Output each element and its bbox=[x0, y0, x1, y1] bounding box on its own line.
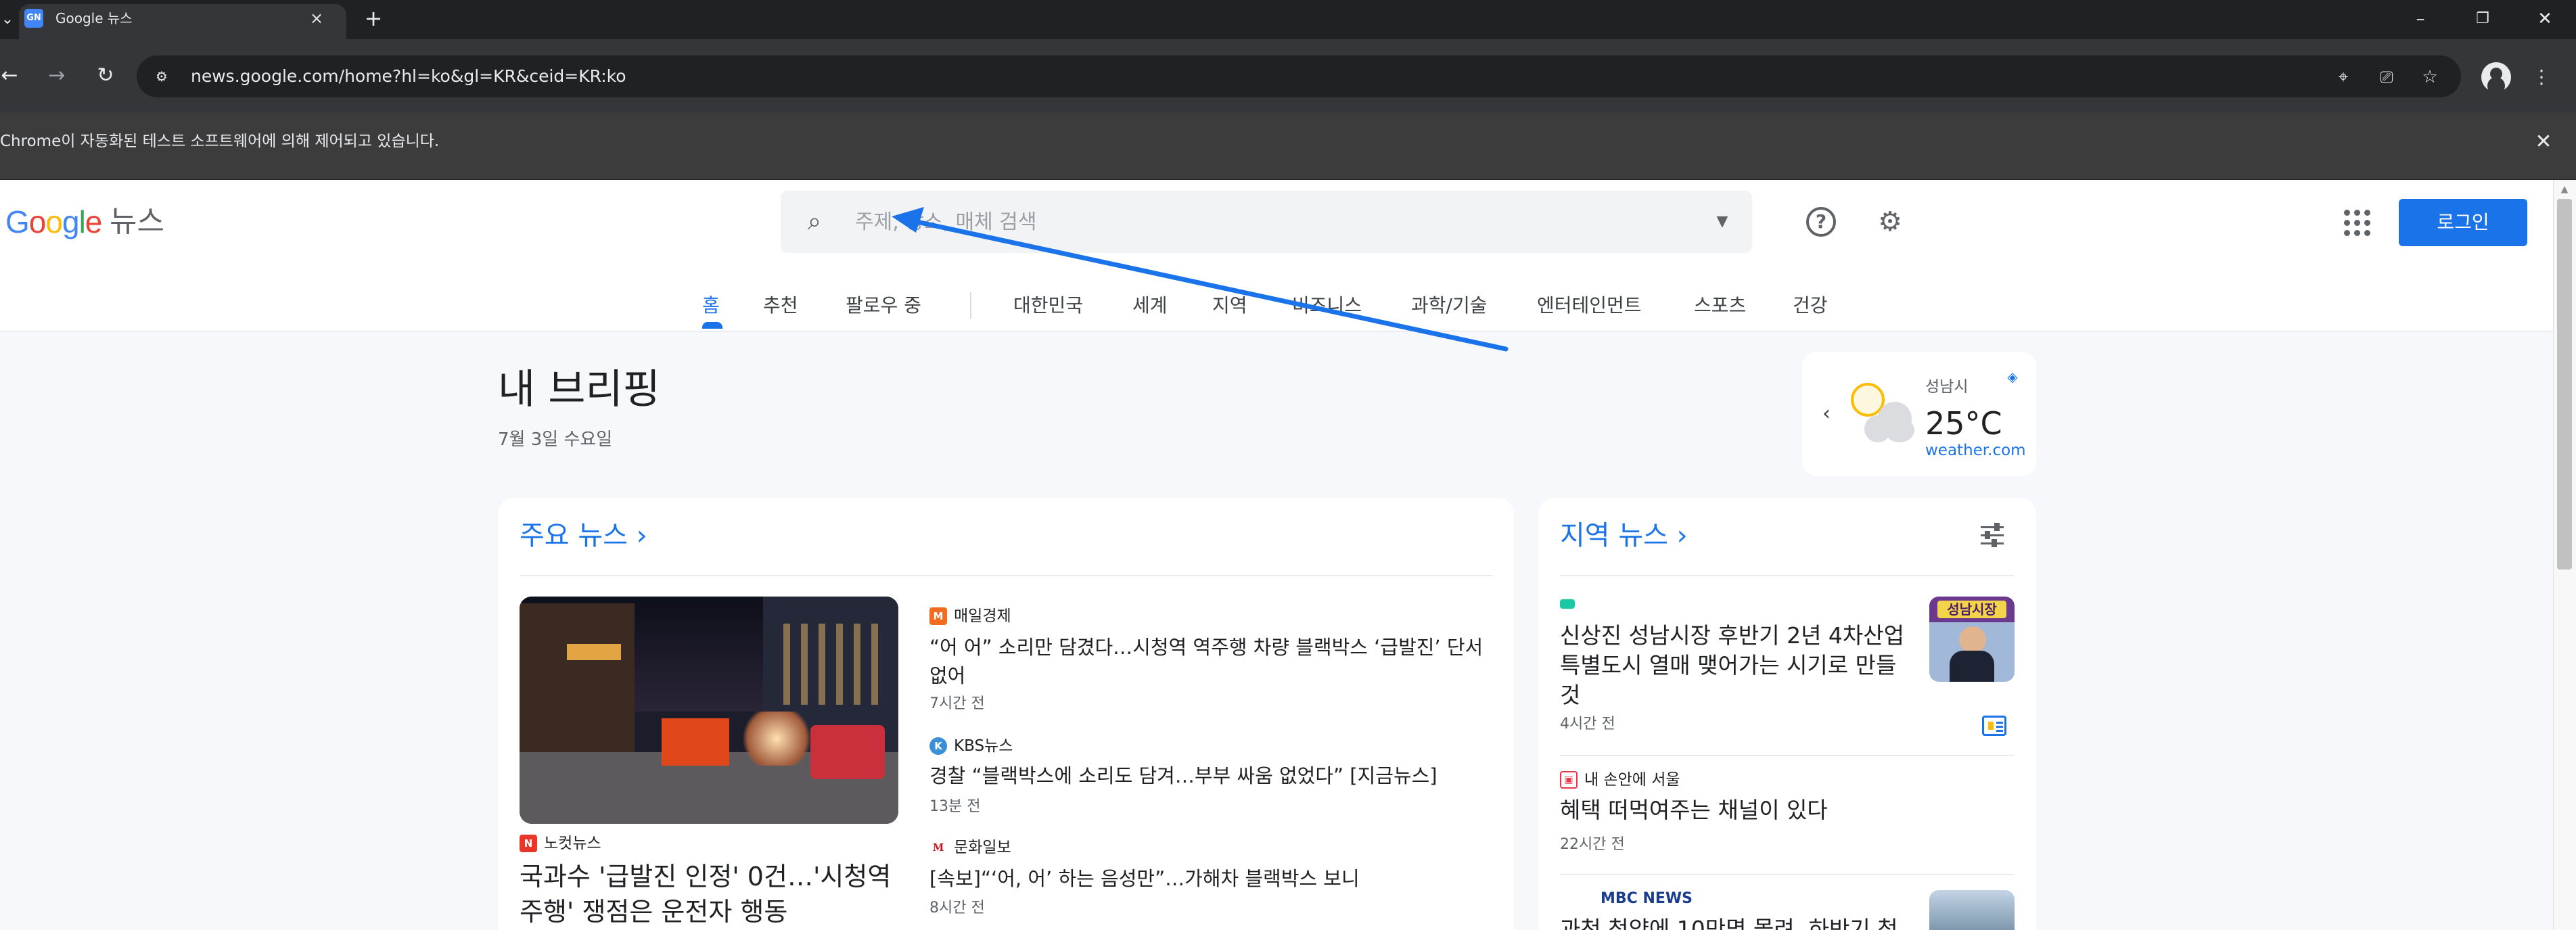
article-source-name: KBS뉴스 bbox=[954, 737, 1013, 755]
infobar-message: Chrome이 자동화된 테스트 소프트웨어에 의해 제어되고 있습니다. bbox=[0, 133, 440, 150]
logo-news-label[interactable]: 뉴스 bbox=[110, 204, 164, 239]
nav-tab-health[interactable]: 건강 bbox=[1793, 284, 1828, 327]
local-news-separator bbox=[1560, 755, 2015, 756]
maeil-logo-icon: M bbox=[929, 607, 947, 625]
local-article-title[interactable]: 혜택 떠먹여주는 채널이 있다 bbox=[1560, 795, 1912, 825]
kbs-logo-icon: K bbox=[929, 737, 947, 755]
tab-title: Google 뉴스 bbox=[55, 10, 133, 26]
article-source-name: 문화일보 bbox=[954, 839, 1011, 856]
profile-avatar-icon[interactable] bbox=[2481, 62, 2511, 92]
article-time: 7시간 전 bbox=[929, 695, 985, 712]
window-close-icon[interactable]: ✕ bbox=[2525, 4, 2565, 34]
nav-tab-korea[interactable]: 대한민국 bbox=[1013, 284, 1083, 327]
site-info-icon[interactable]: ⚙ bbox=[150, 65, 173, 88]
new-tab-icon[interactable]: + bbox=[361, 7, 386, 31]
local-article-title[interactable]: 신상진 성남시장 후반기 2년 4차산업 특별도시 열매 맺어가는 시기로 만들… bbox=[1560, 621, 1912, 710]
nav-tab-for-you[interactable]: 추천 bbox=[763, 284, 798, 327]
nav-tab-science-tech[interactable]: 과학/기술 bbox=[1411, 284, 1487, 327]
search-input[interactable] bbox=[855, 204, 1687, 239]
chevron-right-icon: › bbox=[636, 520, 647, 551]
article-time: 13분 전 bbox=[929, 798, 981, 815]
weather-cloud-icon bbox=[1864, 398, 1914, 442]
thumb-caption: 성남시장 bbox=[1937, 601, 2006, 618]
chevron-right-icon: › bbox=[1676, 520, 1688, 551]
briefing-title: 내 브리핑 bbox=[498, 366, 660, 413]
nav-tab-business[interactable]: 비즈니스 bbox=[1292, 284, 1362, 327]
local-news-divider bbox=[1560, 575, 2015, 576]
top-news-heading-label: 주요 뉴스 bbox=[520, 520, 628, 551]
nav-tab-entertainment[interactable]: 엔터테인먼트 bbox=[1537, 284, 1642, 327]
infobar-close-icon[interactable]: ✕ bbox=[2530, 129, 2557, 156]
article-source-name: 매일경제 bbox=[954, 607, 1011, 625]
install-app-icon[interactable]: ⎚ bbox=[2372, 62, 2401, 92]
minimize-icon[interactable]: – bbox=[2400, 4, 2441, 34]
article-title[interactable]: “어 어” 소리만 담겼다…시청역 역주행 차량 블랙박스 ‘급발진’ 단서 없… bbox=[929, 633, 1498, 690]
local-source-name: 내 손안에 서울 bbox=[1584, 771, 1680, 789]
nav-tab-world[interactable]: 세계 bbox=[1132, 284, 1168, 327]
address-url[interactable]: news.google.com/home?hl=ko&gl=KR&ceid=KR… bbox=[191, 65, 626, 88]
hero-source-name: 노컷뉴스 bbox=[544, 835, 601, 852]
local-source-name: MBC NEWS bbox=[1601, 890, 1693, 907]
browser-tabstrip bbox=[0, 0, 2576, 39]
active-tab-indicator bbox=[702, 322, 722, 329]
tab-close-icon[interactable]: × bbox=[306, 7, 327, 29]
local-settings-tune-icon[interactable] bbox=[1978, 519, 2008, 552]
scroll-up-arrow-icon[interactable]: ▲ bbox=[2557, 184, 2572, 195]
back-icon[interactable]: ← bbox=[0, 60, 23, 92]
seoul-logo-icon: ▣ bbox=[1560, 771, 1578, 789]
local-article-thumbnail[interactable] bbox=[1929, 890, 2015, 930]
hero-article-title[interactable]: 국과수 '급발진 인정' 0건…'시청역주행' 쟁점은 운전자 행동 bbox=[520, 859, 898, 929]
reload-icon[interactable]: ↻ bbox=[92, 60, 119, 92]
local-news-separator bbox=[1560, 874, 2015, 875]
browser-menu-icon[interactable]: ⋮ bbox=[2531, 62, 2552, 92]
login-button[interactable]: 로그인 bbox=[2399, 199, 2527, 246]
bookmark-star-icon[interactable]: ☆ bbox=[2415, 62, 2445, 92]
search-options-dropdown-icon[interactable]: ▼ bbox=[1709, 206, 1736, 238]
search-icon[interactable]: ⌕ bbox=[798, 204, 831, 239]
article-title[interactable]: 경찰 “블랙박스에 소리도 담겨…부부 싸움 없었다” [지금뉴스] bbox=[929, 762, 1498, 790]
restore-icon[interactable]: ❐ bbox=[2462, 4, 2503, 34]
weather-city: 성남시 bbox=[1925, 378, 1969, 396]
google-logo[interactable]: Google bbox=[5, 204, 102, 239]
local-article-thumbnail[interactable]: 성남시장 bbox=[1929, 597, 2015, 682]
full-coverage-icon[interactable] bbox=[1982, 716, 2006, 736]
tab-search-icon[interactable]: ⌄ bbox=[0, 8, 15, 31]
article-title[interactable]: [속보]“‘어, 어’ 하는 음성만”…가해차 블랙박스 보니 bbox=[929, 864, 1498, 893]
weather-location-icon[interactable]: ◈ bbox=[2004, 368, 2021, 386]
weather-temperature: 25°C bbox=[1925, 405, 2002, 442]
nav-tab-sports[interactable]: 스포츠 bbox=[1694, 284, 1746, 327]
tab-favicon-icon: GN bbox=[24, 9, 43, 28]
forward-icon[interactable]: → bbox=[43, 60, 70, 92]
local-news-heading-label: 지역 뉴스 bbox=[1560, 520, 1668, 551]
location-icon[interactable]: ⌖ bbox=[2328, 62, 2358, 92]
local-source-logo-icon bbox=[1560, 599, 1575, 609]
weather-prev-chevron-icon[interactable]: ‹ bbox=[1817, 399, 1836, 429]
local-article-time: 4시간 전 bbox=[1560, 716, 1615, 733]
nav-tab-home[interactable]: 홈 bbox=[702, 284, 720, 327]
scrollbar-thumb[interactable] bbox=[2557, 199, 2572, 569]
article-time: 8시간 전 bbox=[929, 900, 985, 916]
nav-tab-following[interactable]: 팔로우 중 bbox=[846, 284, 921, 327]
munhwa-logo-icon: M bbox=[929, 839, 947, 856]
top-news-heading[interactable]: 주요 뉴스 › bbox=[520, 515, 647, 556]
nocut-news-logo-icon: N bbox=[520, 835, 537, 852]
local-article-title[interactable]: 과천 청약에 10만명 몰려, 하반기 청 bbox=[1560, 914, 1912, 930]
weather-source-link[interactable]: weather.com bbox=[1925, 440, 2026, 461]
local-news-heading[interactable]: 지역 뉴스 › bbox=[1560, 515, 1688, 556]
local-article-time: 22시간 전 bbox=[1560, 836, 1625, 853]
google-apps-icon[interactable] bbox=[2339, 206, 2372, 238]
nav-divider bbox=[970, 292, 971, 319]
help-icon[interactable]: ? bbox=[1806, 207, 1836, 237]
settings-gear-icon[interactable]: ⚙ bbox=[1871, 203, 1909, 241]
hero-article-image[interactable] bbox=[520, 597, 898, 824]
top-news-divider bbox=[520, 575, 1492, 576]
briefing-date: 7월 3일 수요일 bbox=[498, 429, 613, 450]
nav-tab-local[interactable]: 지역 bbox=[1212, 284, 1247, 327]
